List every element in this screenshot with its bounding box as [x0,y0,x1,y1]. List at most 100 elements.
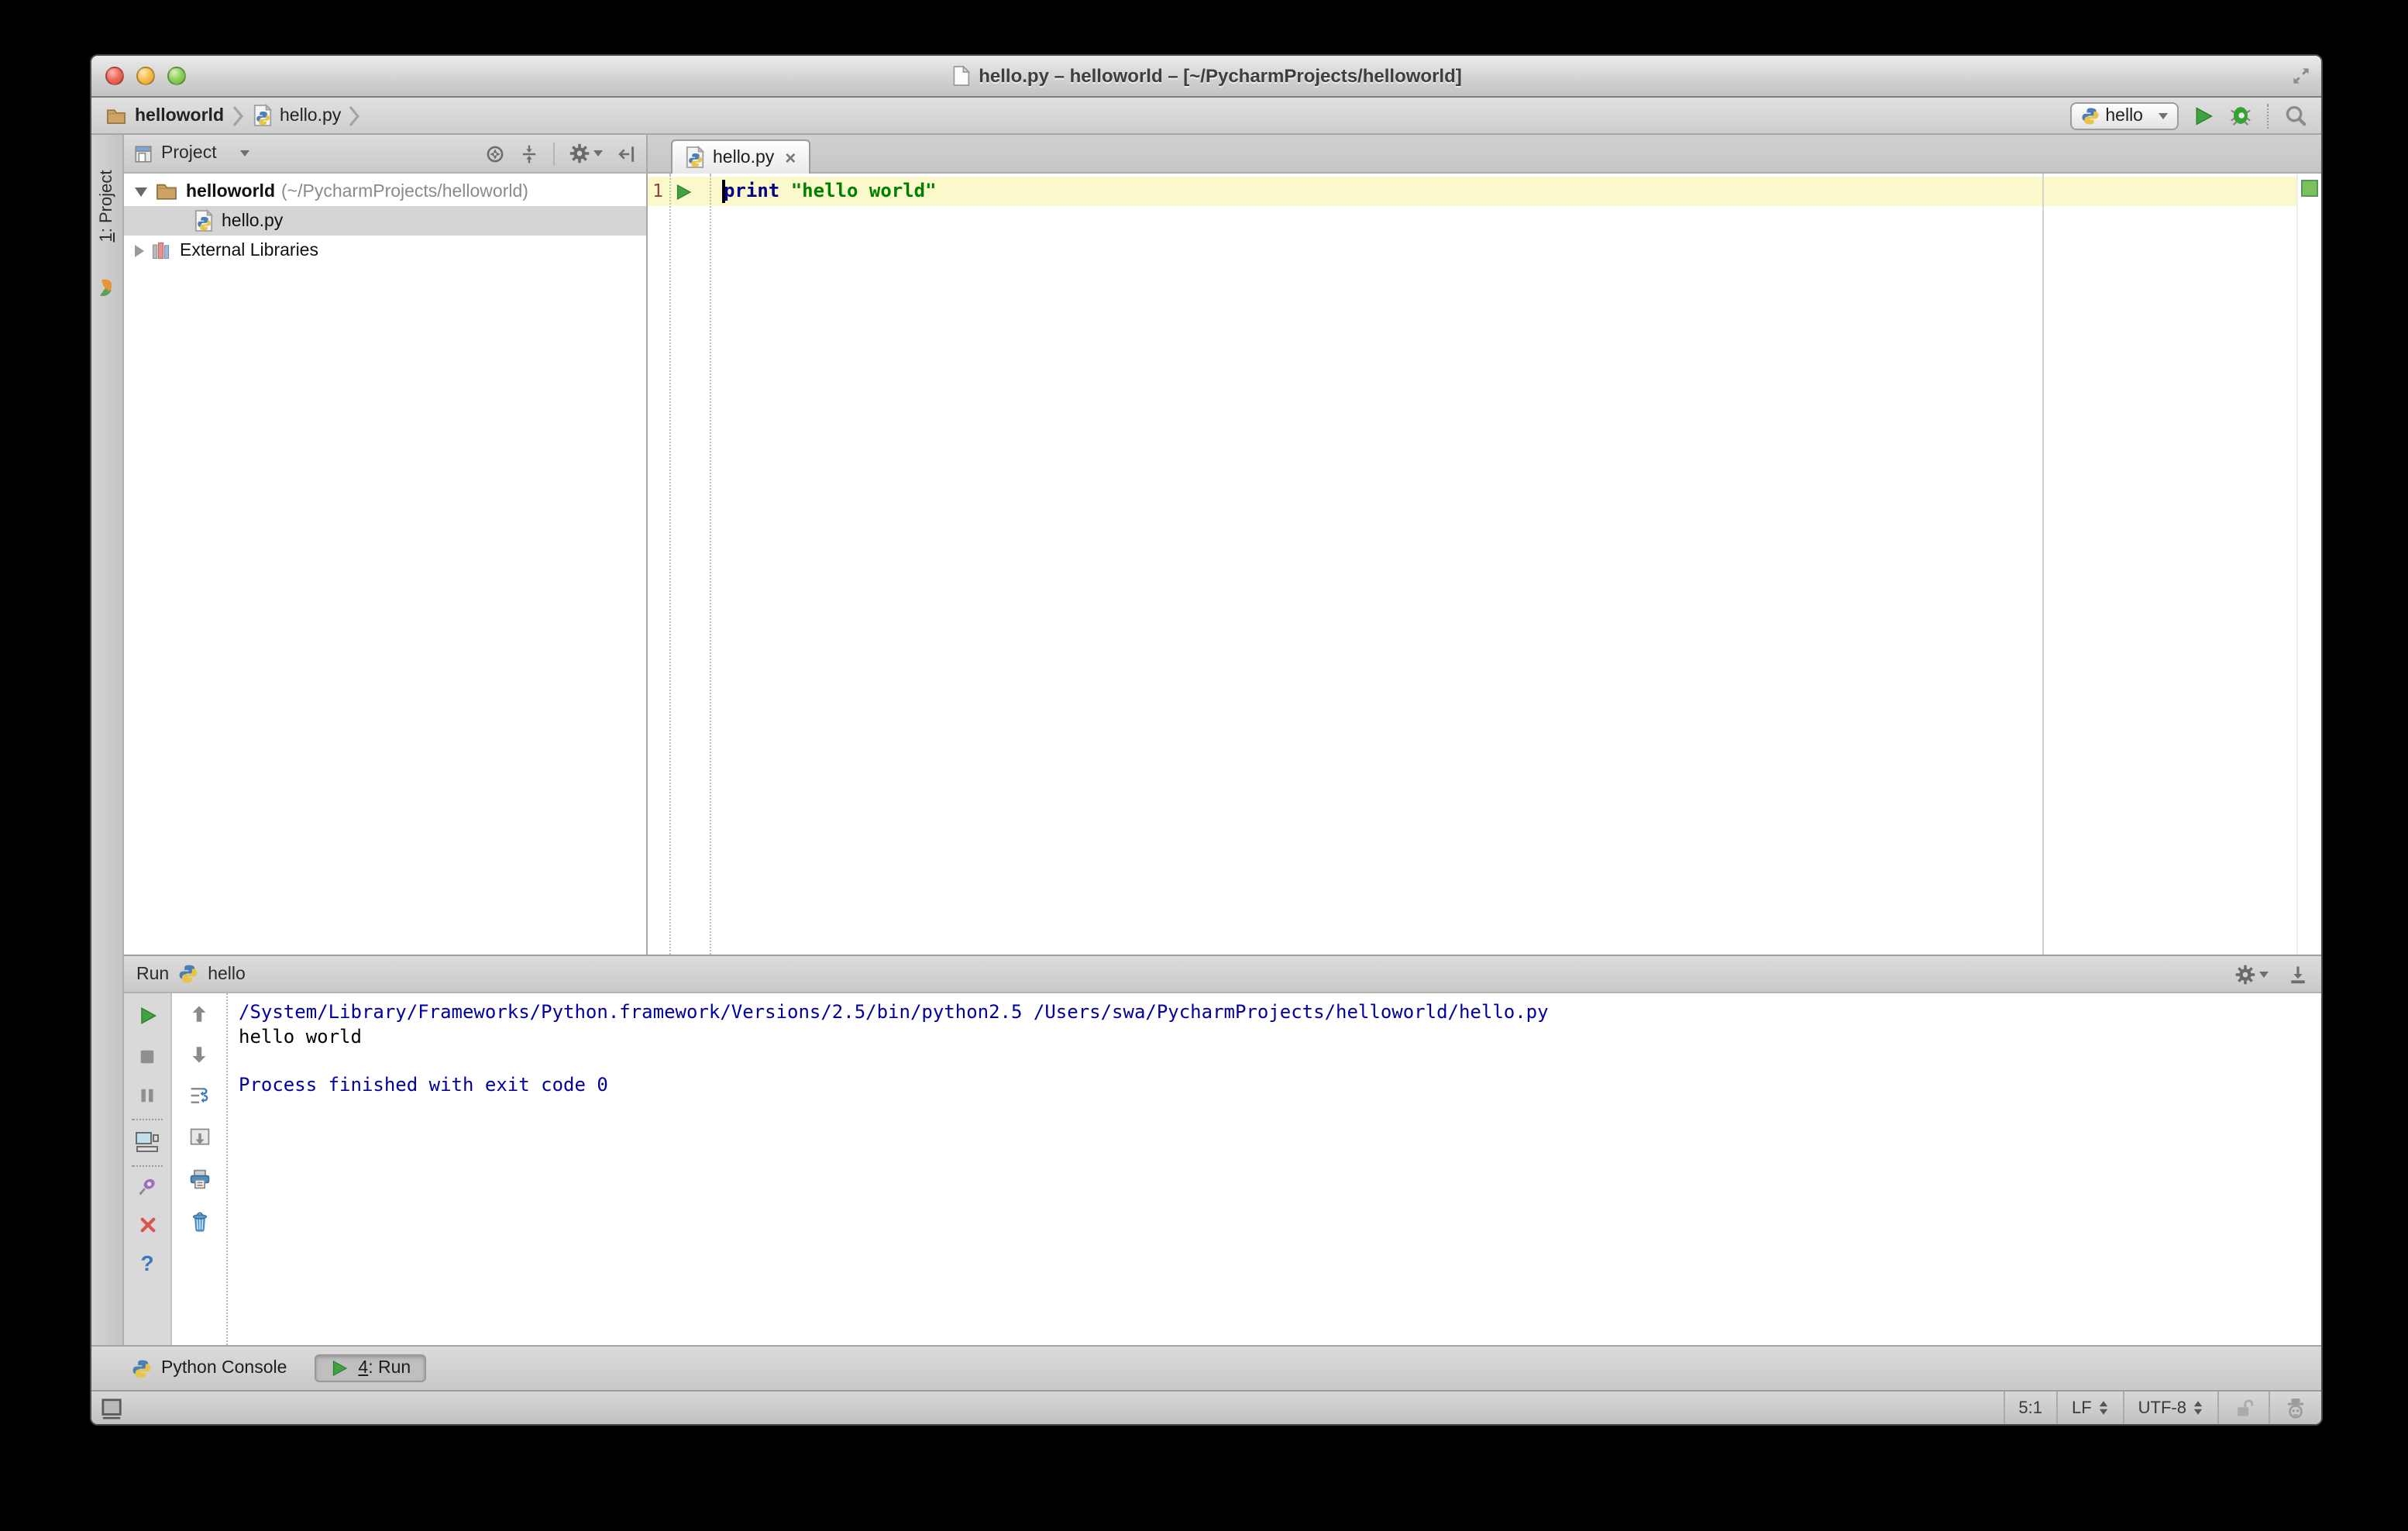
print-icon[interactable] [188,1168,210,1190]
inspection-status-indicator[interactable] [2301,180,2318,197]
navigation-bar: helloworld hello.py hello [91,98,2321,135]
unlock-icon [2238,1399,2254,1416]
pycharm-project-icon [100,279,112,297]
pin-icon[interactable] [136,1176,158,1198]
breadcrumb-file-label: hello.py [280,106,342,125]
rerun-icon[interactable] [137,1006,157,1026]
toolbar-separator [2267,103,2270,128]
tree-row-external-libraries[interactable]: External Libraries [124,236,646,265]
tree-file-name: hello.py [222,212,284,230]
help-icon[interactable]: ? [140,1252,153,1274]
breadcrumb-project[interactable]: helloworld [105,106,224,125]
python-console-button[interactable]: Python Console [132,1358,287,1378]
folder-icon [155,181,178,201]
code-text: print "hello world" [724,180,937,201]
python-logo-icon [2080,106,2099,125]
error-stripe[interactable] [2296,174,2321,955]
python-file-icon [194,209,214,232]
highlighting-level-widget[interactable] [2269,1392,2321,1424]
document-icon [952,65,970,86]
libraries-icon [152,242,170,260]
run-panel-header: Run hello [124,956,2321,993]
run-settings-button[interactable] [2234,963,2269,985]
spinner-arrows-icon [2099,1401,2107,1415]
pause-icon[interactable] [138,1086,157,1105]
editor-tab-bar: hello.py × [648,135,2321,174]
editor-pane: hello.py × 1 print "hello world" [648,135,2321,955]
titlebar[interactable]: hello.py – helloworld – [~/PycharmProjec… [91,56,2321,98]
run-panel-config-name: hello [208,965,246,983]
minimize-window-button[interactable] [136,67,155,85]
soft-wrap-icon[interactable] [188,1085,210,1106]
up-stack-icon[interactable] [189,1004,209,1024]
stop-icon[interactable] [138,1048,157,1066]
close-tab-icon[interactable]: × [785,148,796,167]
breadcrumb-file[interactable]: hello.py [252,104,341,127]
run-button[interactable] [2193,105,2214,126]
project-tool-window: Project helloworld (~/PycharmProjects/he… [124,135,648,955]
run-configuration-select[interactable]: hello [2069,101,2179,129]
run-controls-toolbar: ? [124,993,172,1345]
close-window-button[interactable] [105,67,124,85]
hide-panel-down-icon[interactable] [2287,963,2309,985]
project-view-select[interactable]: Project [133,143,249,163]
tool-stripe-project-button[interactable]: 1: Project [91,143,122,270]
code-line-1: 1 print "hello world" [648,177,2298,206]
screen: hello.py – helloworld – [~/PycharmProjec… [0,0,2408,1531]
editor-tab-title: hello.py [713,148,775,167]
file-lock-widget[interactable] [2217,1392,2269,1424]
chevron-down-icon [239,150,249,157]
project-panel-header: Project [124,135,646,174]
caret-position-widget[interactable]: 5:1 [2003,1392,2056,1424]
project-tree: helloworld (~/PycharmProjects/helloworld… [124,174,646,265]
chevron-down-icon [2259,971,2269,977]
line-separator-widget[interactable]: LF [2055,1392,2123,1424]
run-panel-title: Run [136,965,170,983]
toolwindow-toggle-icon[interactable] [101,1397,124,1419]
console-output[interactable]: /System/Library/Frameworks/Python.framew… [228,993,2321,1345]
scroll-to-end-icon[interactable] [188,1127,210,1148]
project-settings-button[interactable] [569,143,603,164]
spinner-arrows-icon [2193,1401,2203,1415]
search-icon[interactable] [2284,104,2307,127]
run-line-marker-icon[interactable] [674,182,693,201]
chevron-down-icon [593,150,603,157]
debug-button[interactable] [2228,104,2253,127]
close-icon[interactable] [137,1215,157,1235]
settings-gear-icon [2234,963,2256,985]
gutter-separator [710,174,711,955]
tree-row-hello-py[interactable]: hello.py [124,206,646,236]
expand-arrow-icon[interactable] [135,244,144,256]
traffic-lights [105,67,186,85]
pycharm-window: hello.py – helloworld – [~/PycharmProjec… [90,54,2323,1426]
encoding-widget[interactable]: UTF-8 [2122,1392,2217,1424]
chevron-right-icon [232,105,244,126]
editor-content[interactable]: 1 print "hello world" [648,174,2321,955]
collapse-arrow-icon[interactable] [135,187,147,196]
run-tool-window: Run hello ? /System/Library/Frameworks/P… [124,955,2321,1345]
fullscreen-resize-icon[interactable] [2290,65,2312,87]
tree-libs-name: External Libraries [180,241,318,260]
editor-tab-hello-py[interactable]: hello.py × [671,139,810,174]
hide-panel-icon[interactable] [617,143,637,163]
line-number: 1 [652,180,663,201]
show-console-icon[interactable] [135,1131,160,1153]
down-stack-icon[interactable] [189,1044,209,1065]
python-file-icon [685,146,705,169]
project-view-icon [135,145,152,162]
gutter-separator [669,174,671,955]
locate-icon[interactable] [485,143,505,163]
zoom-window-button[interactable] [167,67,186,85]
breadcrumb-project-label: helloworld [135,106,224,125]
python-logo-icon [178,964,198,984]
collapse-all-icon[interactable] [519,143,539,163]
tree-project-name: helloworld [186,182,275,201]
tree-row-project-root[interactable]: helloworld (~/PycharmProjects/helloworld… [124,177,646,206]
clear-all-icon[interactable] [188,1210,210,1232]
hector-inspector-icon [2287,1399,2304,1419]
window-title: hello.py – helloworld – [~/PycharmProjec… [979,65,1462,87]
bottom-tool-window-bar: Python Console 4: Run [91,1345,2321,1390]
left-tool-stripe: 1: Project [91,135,124,1345]
run-tool-window-button[interactable]: 4: Run [315,1354,427,1382]
